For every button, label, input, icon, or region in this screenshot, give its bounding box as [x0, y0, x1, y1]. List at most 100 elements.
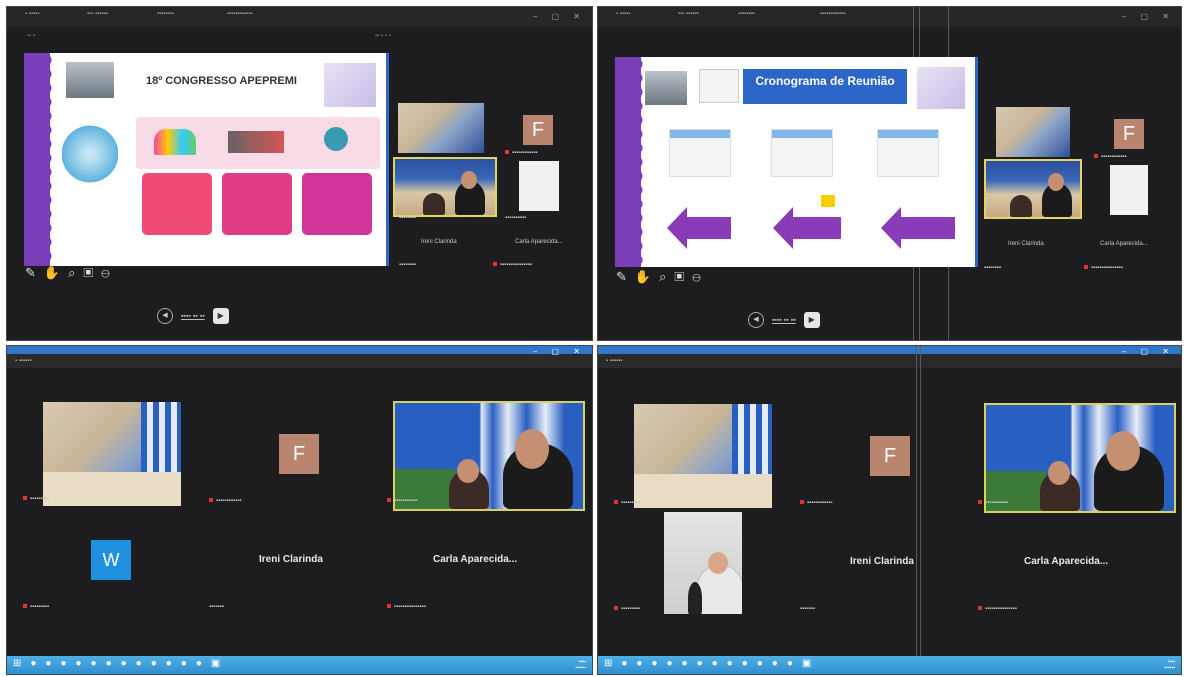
- participant-label: ▪▪▪▪▪▪▪▪▪▪▪▪▪▪▪: [493, 262, 532, 268]
- tab[interactable]: ▪▪▪▪▪▪▪▪: [157, 11, 217, 23]
- slide-title: Cronograma de Reunião: [743, 69, 907, 104]
- hand-icon[interactable]: ✋: [635, 269, 659, 284]
- participant-name: Carla Aparecida...: [433, 554, 518, 565]
- participant-label: ▪▪▪▪▪▪▪▪▪: [614, 606, 640, 612]
- menu-icon[interactable]: ▪▪ ▪: [27, 33, 35, 39]
- tab[interactable]: ▪▪▪ ▪▪▪▪▪▪: [87, 11, 147, 23]
- participant-label: ▪▪▪▪▪▪▪▪▪: [614, 500, 640, 506]
- pen-icon[interactable]: ✎: [616, 269, 635, 284]
- next-slide-icon[interactable]: ▶: [212, 308, 229, 324]
- participant-video-active[interactable]: [984, 159, 1082, 219]
- logo-image: [917, 67, 965, 109]
- window-controls[interactable]: – ▢ ✕: [1122, 347, 1175, 356]
- avatar-tile: W: [91, 540, 131, 580]
- annotation-tools: ✎✋⌕▣⊖: [616, 269, 709, 285]
- view-icons[interactable]: ▪▪ ▪ ▪ ▪: [375, 33, 391, 39]
- participant-name: Carla Aparecida...: [1100, 241, 1148, 247]
- windows-taskbar: ⊞●●●●●●●●●●●●▣ ▪▪▪▪ ▪▪▪▪▪▪: [7, 656, 592, 674]
- annotation-tools: ✎✋⌕▣⊖: [25, 265, 118, 281]
- building-photo: [66, 62, 114, 98]
- tab[interactable]: ▪▪▪▪▪▪▪▪▪▪▪▪: [820, 11, 910, 23]
- shared-slide: Cronograma de Reunião: [615, 57, 975, 267]
- slide-counter: ▪▪▪▪ ▪▪ ▪▪: [180, 312, 205, 320]
- participant-video-room[interactable]: [398, 103, 484, 153]
- window-controls[interactable]: – ▢ ✕: [533, 347, 586, 356]
- zoom-icon[interactable]: ⌕: [659, 269, 674, 284]
- calendar-card-1: [669, 129, 731, 177]
- window-controls[interactable]: – ▢ ✕: [1122, 12, 1175, 21]
- participant-name: Ireni Clarinda: [850, 556, 914, 567]
- system-clock: ▪▪▪▪ ▪▪▪▪▪▪: [575, 659, 586, 671]
- participant-video-white[interactable]: [1110, 165, 1148, 215]
- highlight-badge: [821, 195, 835, 207]
- meeting-window-gallery-2: ▪ ▪▪▪▪▪▪ – ▢ ✕ ▪▪▪▪▪▪▪▪▪ F ▪▪▪▪▪▪▪▪▪▪▪▪ …: [597, 345, 1182, 675]
- hand-icon[interactable]: ✋: [44, 265, 68, 280]
- tab[interactable]: ▪ ▪▪▪▪▪: [616, 11, 676, 23]
- participant-video-white[interactable]: [519, 161, 559, 211]
- slide-edge: [975, 57, 978, 267]
- more-icon[interactable]: ⊖: [692, 269, 708, 284]
- windows-taskbar: ⊞●●●●●●●●●●●●▣ ▪▪▪▪ ▪▪▪▪▪▪: [598, 656, 1181, 674]
- participant-name: Ireni Clarinda: [259, 554, 323, 565]
- taskbar-icons[interactable]: ⊞●●●●●●●●●●●●▣: [13, 658, 229, 669]
- participant-label: ▪▪▪▪▪▪▪▪▪▪▪▪▪▪▪: [1084, 265, 1123, 271]
- avatar-tile: F: [1114, 119, 1144, 149]
- participant-video-room[interactable]: [43, 402, 181, 506]
- participant-video-active[interactable]: [984, 403, 1176, 513]
- participant-label: ▪▪▪▪▪▪▪▪▪: [23, 604, 49, 610]
- slide-navigation: ◀ ▪▪▪▪ ▪▪ ▪▪ ▶: [748, 312, 820, 328]
- meeting-window-slide-2: ▪ ▪▪▪▪▪ ▪▪▪ ▪▪▪▪▪▪ ▪▪▪▪▪▪▪▪ ▪▪▪▪▪▪▪▪▪▪▪▪…: [597, 6, 1182, 341]
- participant-video-active[interactable]: [393, 157, 497, 217]
- taskbar-icons[interactable]: ⊞●●●●●●●●●●●●▣: [604, 658, 820, 669]
- participant-name: Ireni Clarinda: [421, 239, 457, 245]
- slide-purple-border: [24, 53, 56, 266]
- tab[interactable]: ▪▪▪▪▪▪▪▪▪▪▪▪: [227, 11, 317, 23]
- title-bar: ▪ ▪▪▪▪▪ ▪▪▪ ▪▪▪▪▪▪ ▪▪▪▪▪▪▪▪ ▪▪▪▪▪▪▪▪▪▪▪▪…: [7, 7, 592, 27]
- participant-label: ▪▪▪▪▪▪▪▪▪▪▪▪: [505, 150, 538, 156]
- tab[interactable]: ▪ ▪▪▪▪▪: [25, 11, 85, 23]
- participant-label: ▪▪▪▪▪▪▪▪▪▪▪: [978, 500, 1008, 506]
- participant-label: ▪▪▪▪▪▪▪▪: [399, 215, 417, 221]
- participant-video-active[interactable]: [393, 401, 585, 511]
- participant-label: ▪▪▪▪▪▪▪▪▪▪▪▪: [209, 498, 242, 504]
- calendar-card-2: [771, 129, 833, 177]
- participant-label: ▪▪▪▪▪▪▪▪▪▪▪▪: [1094, 154, 1127, 160]
- system-clock: ▪▪▪▪ ▪▪▪▪▪▪: [1164, 659, 1175, 671]
- screen-icon[interactable]: ▣: [674, 269, 692, 284]
- participant-label: ▪▪▪▪▪▪▪▪▪▪▪▪▪▪▪: [387, 604, 426, 610]
- info-card-3: [302, 173, 372, 235]
- screen-icon[interactable]: ▣: [83, 265, 101, 280]
- participant-video-room[interactable]: [634, 404, 772, 508]
- window-controls[interactable]: – ▢ ✕: [533, 12, 586, 21]
- avatar-tile: F: [523, 115, 553, 145]
- app-title-bar: ▪ ▪▪▪▪▪▪: [7, 354, 592, 368]
- participant-name: Carla Aparecida...: [1024, 556, 1109, 567]
- arrow-head-3: [881, 207, 901, 249]
- more-icon[interactable]: ⊖: [101, 265, 117, 280]
- building-photo: [645, 71, 687, 105]
- arrow-head-1: [667, 207, 687, 249]
- participant-label: ▪▪▪▪▪▪▪▪▪: [23, 496, 49, 502]
- app-title-bar: ▪ ▪▪▪▪▪▪: [598, 354, 1181, 368]
- calendar-image: [699, 69, 739, 103]
- calendar-card-3: [877, 129, 939, 177]
- slide-navigation: ◀ ▪▪▪▪ ▪▪ ▪▪ ▶: [157, 308, 229, 324]
- participant-video-room[interactable]: [996, 107, 1070, 157]
- previous-slide-icon[interactable]: ◀: [748, 312, 764, 328]
- meeting-window-slide-1: ▪ ▪▪▪▪▪ ▪▪▪ ▪▪▪▪▪▪ ▪▪▪▪▪▪▪▪ ▪▪▪▪▪▪▪▪▪▪▪▪…: [6, 6, 593, 341]
- slide-purple-border: [615, 57, 647, 267]
- tab[interactable]: ▪▪▪ ▪▪▪▪▪▪: [678, 11, 738, 23]
- participant-name: Ireni Clarinda: [1008, 241, 1044, 247]
- title-bar: ▪ ▪▪▪▪▪ ▪▪▪ ▪▪▪▪▪▪ ▪▪▪▪▪▪▪▪ ▪▪▪▪▪▪▪▪▪▪▪▪…: [598, 7, 1181, 27]
- previous-slide-icon[interactable]: ◀: [157, 308, 173, 324]
- tab[interactable]: ▪▪▪▪▪▪▪▪: [738, 11, 798, 23]
- zoom-icon[interactable]: ⌕: [68, 265, 83, 280]
- participant-video-man[interactable]: [664, 512, 742, 614]
- divider: [920, 346, 921, 674]
- pen-icon[interactable]: ✎: [25, 265, 44, 280]
- avatar-tile: F: [279, 434, 319, 474]
- logo-image: [324, 63, 376, 107]
- next-slide-icon[interactable]: ▶: [803, 312, 820, 328]
- slide-title: 18º CONGRESSO APEPREMI: [146, 75, 297, 87]
- slide-edge: [386, 53, 389, 266]
